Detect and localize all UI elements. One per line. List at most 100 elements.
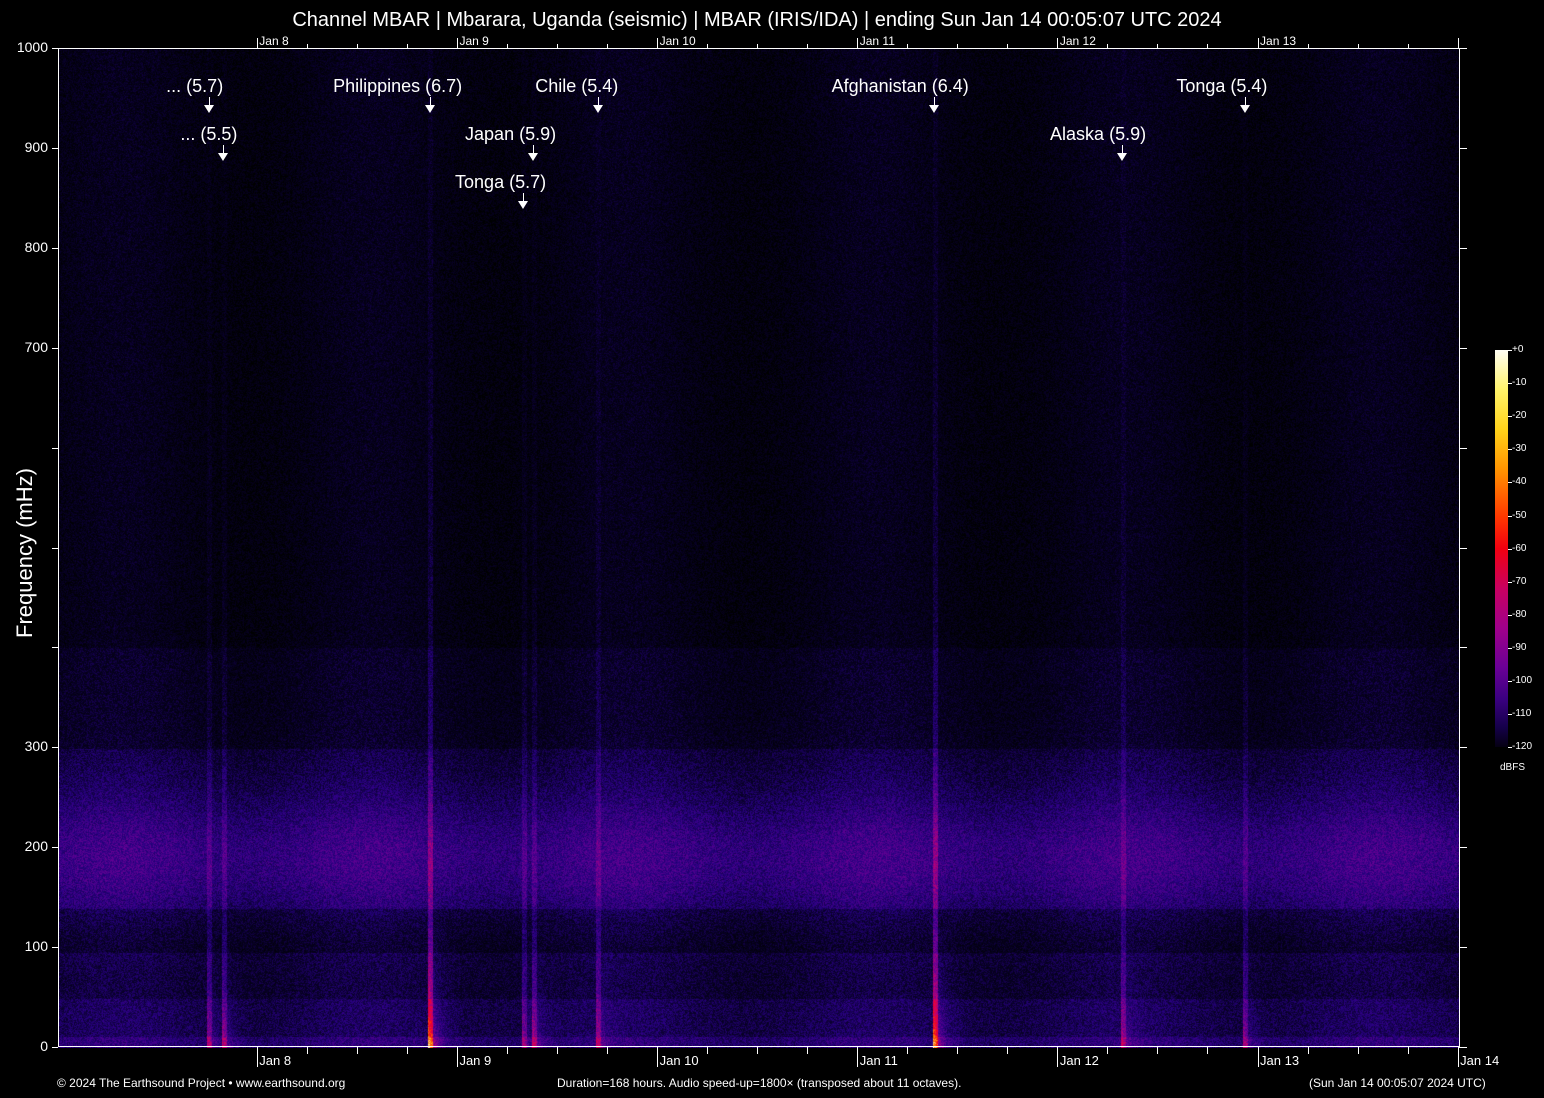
y-tick (52, 348, 58, 349)
event-label: Japan (5.9) (465, 124, 556, 145)
x-tick (507, 1047, 508, 1054)
x-tick (1408, 1047, 1409, 1054)
y-tick-right (1459, 647, 1467, 648)
y-tick-label: 800 (8, 239, 48, 255)
x-tick-top (1007, 44, 1008, 48)
x-tick (757, 1047, 758, 1054)
event-label: Philippines (6.7) (333, 76, 462, 97)
x-tick-label: Jan 14 (1460, 1053, 1499, 1068)
x-tick-top (1107, 44, 1108, 48)
event-label: Tonga (5.7) (455, 172, 546, 193)
x-tick (1308, 1047, 1309, 1054)
event-arrow-stem (598, 97, 599, 105)
x-tick-top (457, 38, 458, 48)
y-tick-right (1459, 548, 1467, 549)
event-arrow-icon (593, 105, 603, 113)
y-tick-label: 900 (8, 139, 48, 155)
y-tick-label: 300 (8, 738, 48, 754)
y-tick (52, 1047, 58, 1048)
y-tick-right (1459, 448, 1467, 449)
x-tick-top (957, 44, 958, 48)
event-label: ... (5.7) (166, 76, 223, 97)
y-tick (52, 647, 58, 648)
y-tick (52, 248, 58, 249)
x-tick (407, 1047, 408, 1054)
event-arrow-icon (218, 153, 228, 161)
x-tick-top (607, 44, 608, 48)
x-tick (657, 1047, 658, 1067)
x-tick-top (657, 38, 658, 48)
x-tick-top (707, 44, 708, 48)
event-label: Tonga (5.4) (1176, 76, 1267, 97)
x-tick (1458, 1047, 1459, 1067)
x-tick-top (257, 38, 258, 48)
y-tick-label: 700 (8, 339, 48, 355)
event-label: Chile (5.4) (535, 76, 618, 97)
y-tick (52, 847, 58, 848)
colorbar-tick-label: -80 (1512, 609, 1526, 620)
y-tick (52, 747, 58, 748)
colorbar-tick-label: +0 (1512, 344, 1523, 355)
event-arrow-stem (430, 97, 431, 105)
x-tick-top (357, 44, 358, 48)
x-tick (1207, 1047, 1208, 1054)
x-tick-top (1157, 44, 1158, 48)
colorbar-tick-label: -100 (1512, 675, 1532, 686)
event-arrow-icon (528, 153, 538, 161)
x-tick-top (1358, 44, 1359, 48)
y-tick-right (1459, 48, 1467, 49)
x-tick-top (1458, 38, 1459, 48)
chart-title: Channel MBAR | Mbarara, Uganda (seismic)… (0, 9, 1514, 32)
x-tick (1007, 1047, 1008, 1054)
top-axis (58, 48, 1459, 49)
x-tick-top (1207, 44, 1208, 48)
colorbar-tick-label: -90 (1512, 642, 1526, 653)
event-arrow-icon (425, 105, 435, 113)
colorbar-tick-label: -10 (1512, 377, 1526, 388)
event-label: ... (5.5) (180, 124, 237, 145)
x-tick (907, 1047, 908, 1054)
y-tick-right (1459, 148, 1467, 149)
x-tick (357, 1047, 358, 1054)
x-tick-top (757, 44, 758, 48)
x-tick-top (807, 44, 808, 48)
x-tick-label: Jan 8 (259, 1053, 291, 1068)
event-arrow-stem (209, 97, 210, 105)
event-arrow-icon (929, 105, 939, 113)
x-tick-top (407, 44, 408, 48)
x-tick-top (1258, 38, 1259, 48)
x-tick-top (907, 44, 908, 48)
colorbar-tick-label: -30 (1512, 443, 1526, 454)
x-tick (1358, 1047, 1359, 1054)
event-arrow-stem (1122, 145, 1123, 153)
y-tick-right (1459, 747, 1467, 748)
y-tick (52, 947, 58, 948)
x-tick (557, 1047, 558, 1054)
y-tick-label: 0 (8, 1038, 48, 1054)
x-tick-label: Jan 10 (660, 1053, 699, 1068)
x-tick-label-top: Jan 10 (660, 34, 696, 48)
event-arrow-stem (223, 145, 224, 153)
y-tick-label: 200 (8, 838, 48, 854)
colorbar-label: dBFS (1500, 762, 1525, 773)
colorbar (1495, 350, 1508, 747)
colorbar-tick-label: -50 (1512, 510, 1526, 521)
y-tick-label: 100 (8, 938, 48, 954)
x-tick (807, 1047, 808, 1054)
x-tick (1258, 1047, 1259, 1067)
colorbar-tick-label: -120 (1512, 741, 1532, 752)
y-tick (52, 548, 58, 549)
x-tick-top (1308, 44, 1309, 48)
event-label: Alaska (5.9) (1050, 124, 1146, 145)
x-tick-label-top: Jan 8 (259, 34, 288, 48)
x-tick (1107, 1047, 1108, 1054)
x-tick (457, 1047, 458, 1067)
y-tick-right (1459, 348, 1467, 349)
event-arrow-stem (533, 145, 534, 153)
x-tick (257, 1047, 258, 1067)
x-tick-label-top: Jan 11 (860, 34, 895, 48)
x-tick-label: Jan 13 (1260, 1053, 1299, 1068)
event-arrow-stem (1245, 97, 1246, 105)
colorbar-tick-label: -40 (1512, 476, 1526, 487)
x-tick-label: Jan 9 (459, 1053, 491, 1068)
